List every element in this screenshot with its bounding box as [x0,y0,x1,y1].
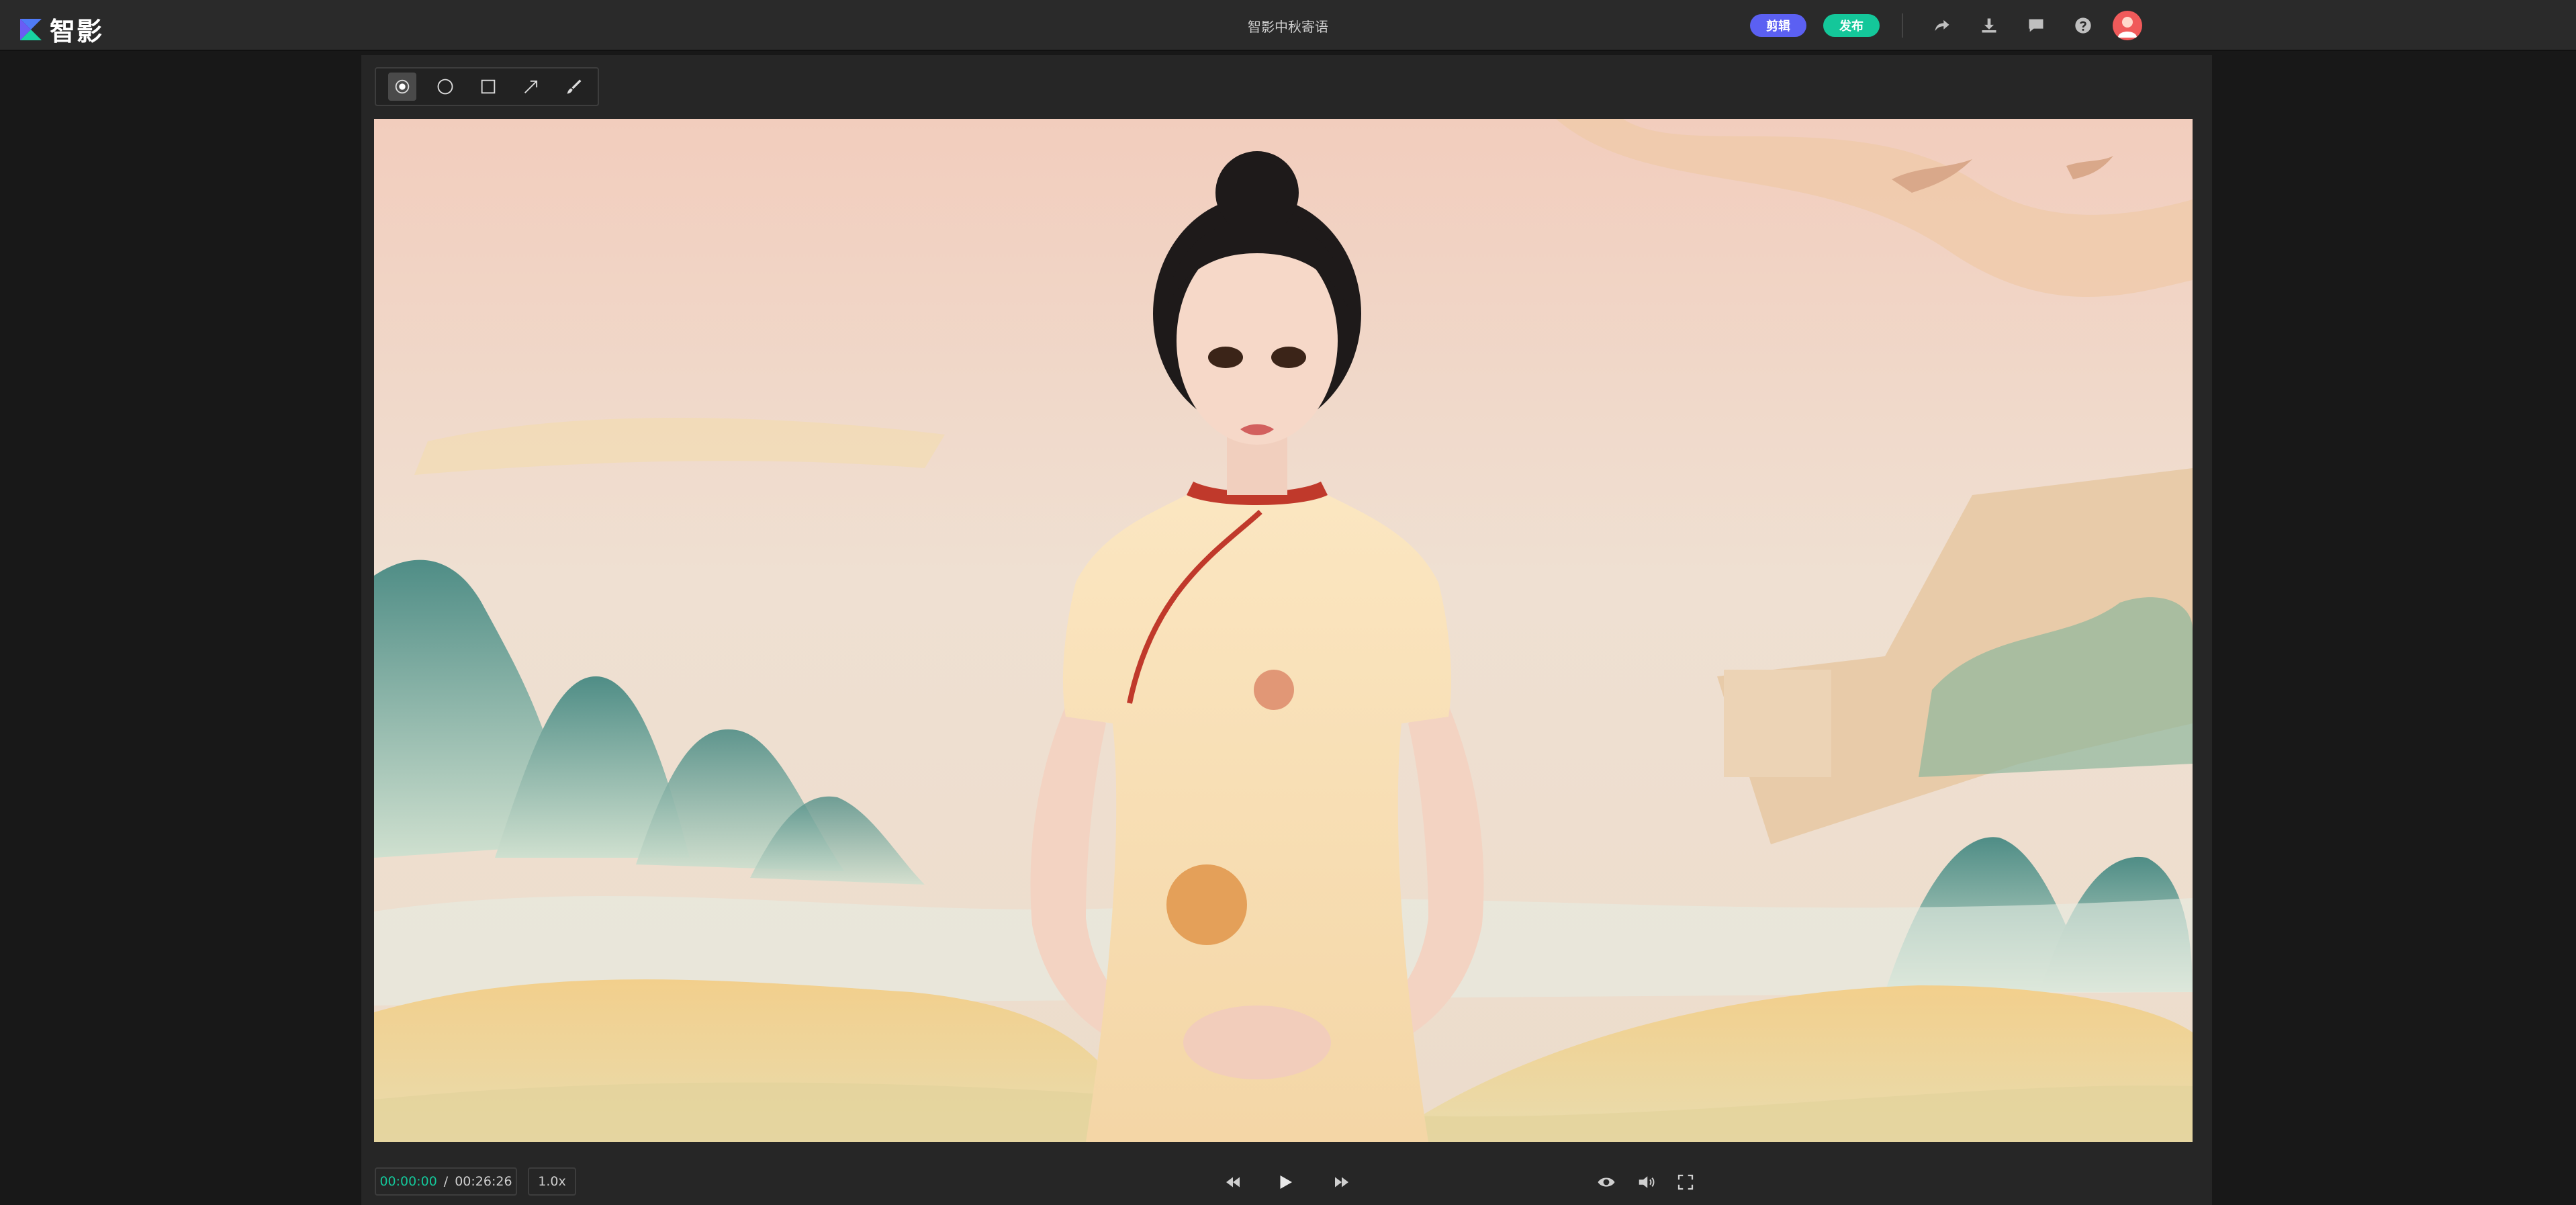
document-title[interactable]: 智影中秋寄语 [1221,16,1355,36]
volume-button[interactable] [1633,1169,1660,1196]
fast-forward-icon [1335,1177,1348,1188]
rewind-icon [1226,1177,1240,1188]
fast-forward-button[interactable] [1328,1169,1355,1196]
circle-icon [437,79,453,95]
help-button[interactable] [2072,15,2094,36]
arrow-tool[interactable] [517,73,545,101]
rewind-button[interactable] [1220,1169,1246,1196]
time-display: 00:00:00 / 00:26:26 [375,1167,517,1196]
play-icon [1280,1175,1292,1189]
comment-button[interactable] [2025,15,2047,36]
publish-button[interactable]: 发布 [1823,14,1880,37]
time-separator: / [443,1174,449,1189]
header-divider [1902,13,1903,38]
arrow-icon [524,80,538,93]
rectangle-tool[interactable] [474,73,502,101]
avatar[interactable] [2113,11,2142,40]
logo-mark-icon [20,18,42,40]
preview-toggle-button[interactable] [1593,1169,1620,1196]
fullscreen-button[interactable] [1672,1169,1699,1196]
brush-tool[interactable] [560,73,588,101]
eye-right [1271,347,1306,368]
current-time: 00:00:00 [379,1174,437,1189]
preview-eye-icon [1598,1177,1615,1187]
play-button[interactable] [1272,1169,1299,1196]
fullscreen-icon [1677,1174,1694,1190]
eye-left [1208,347,1243,368]
download-button[interactable] [1978,15,2000,36]
volume-icon [1639,1176,1655,1188]
presenter-hands [1183,1006,1331,1079]
edit-button[interactable]: 剪辑 [1750,14,1806,37]
top-header: 智影 智影中秋寄语 剪辑 发布 [0,0,2576,51]
logo-text: 智影 [50,17,104,46]
share-icon [1935,19,1949,32]
point-icon [395,79,410,94]
point-tool[interactable] [388,73,416,101]
dress-pattern-flower [1254,670,1294,710]
user-avatar-icon [2118,17,2137,38]
video-preview-canvas[interactable] [374,119,2193,1142]
total-time: 00:26:26 [455,1174,512,1189]
playback-speed-button[interactable]: 1.0x [528,1167,576,1196]
comment-icon [2029,19,2043,32]
rectangle-icon [481,79,496,94]
dress-pattern-fan [1166,864,1247,945]
app-logo[interactable]: 智影 [17,11,103,48]
circle-tool[interactable] [431,73,459,101]
download-icon [1982,18,1996,33]
wall-tower [1724,670,1831,777]
share-button[interactable] [1931,15,1953,36]
preview-scene [374,119,2193,1142]
annotation-toolbar [375,67,599,106]
brush-icon [567,79,582,94]
help-icon [2075,17,2091,34]
